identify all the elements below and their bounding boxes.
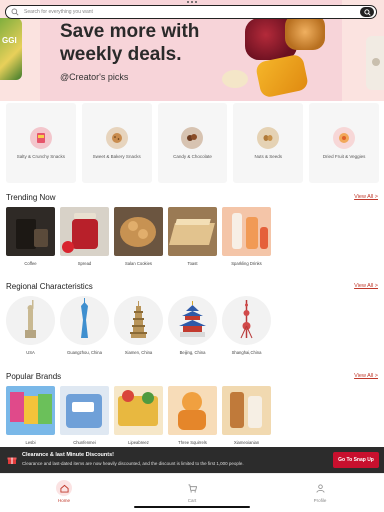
category-card-dried-fruit[interactable]: Dried Fruit & Veggies [309, 103, 379, 183]
product-label: Sparkling Drinks [231, 261, 262, 266]
view-all-trending-link[interactable]: View All > [354, 194, 378, 200]
region-item-guangzhou[interactable]: Guangzhou, China [60, 296, 109, 355]
trending-item-coffee[interactable]: Coffee [6, 207, 55, 266]
view-all-regional-link[interactable]: View All > [354, 283, 378, 289]
chips-icon [29, 127, 52, 149]
brand-label: Lipeabreez [128, 440, 149, 445]
brand-image [168, 386, 217, 435]
promo-description: Clearance and last-dated items are now h… [22, 461, 244, 466]
product-image [6, 207, 55, 256]
product-image [60, 207, 109, 256]
statue-of-liberty-icon [6, 296, 55, 345]
search-button-icon [363, 8, 371, 16]
region-label: Guangzhou, China [67, 350, 102, 355]
region-item-shanghai[interactable]: Shanghai,China [222, 296, 271, 355]
search-button[interactable] [360, 7, 374, 17]
clearance-promo-bar: Clearance & last Minute Discounts! Clear… [0, 447, 384, 473]
brand-label: Three Squirrels [178, 440, 207, 445]
brand-image [60, 386, 109, 435]
snap-up-button[interactable]: Go To Snap Up [333, 452, 379, 468]
product-label: Spread [77, 261, 92, 266]
brand-label: Chunfenmei [73, 440, 96, 445]
category-card-candy-chocolate[interactable]: Candy & Chocolate [157, 103, 228, 183]
category-card-nuts-seeds[interactable]: Nuts & Seeds [233, 103, 304, 183]
region-item-beijing[interactable]: Beijing, China [168, 296, 217, 355]
brand-item-xiameoianian[interactable]: Xiameoianian [222, 386, 271, 445]
category-card-salty-snacks[interactable]: Salty & Crunchy Snacks [6, 103, 76, 183]
chocolate-icon [181, 127, 204, 149]
category-label: Nuts & Seeds [254, 154, 283, 159]
trending-item-spread[interactable]: Spread [60, 207, 109, 266]
banner-prev-slide-tag: GGI [2, 36, 17, 45]
brand-label: Xiameoianian [233, 440, 260, 445]
banner-headline: Save more with weekly deals. [60, 21, 200, 65]
region-label: Xiamen, China [124, 350, 153, 355]
cart-icon [184, 480, 200, 496]
product-image [168, 207, 217, 256]
region-label: Beijing, China [179, 350, 206, 355]
nav-label-home: Home [57, 498, 70, 503]
banner-nuts-image [285, 14, 325, 50]
product-image [222, 207, 271, 256]
section-title-trending: Trending Now [6, 193, 56, 202]
pagoda-icon [114, 296, 163, 345]
brand-image [222, 386, 271, 435]
trending-row: Coffee Spread Salan Cookies Toast Sparkl… [6, 207, 271, 266]
search-input[interactable] [24, 7, 376, 17]
temple-of-heaven-icon [168, 296, 217, 345]
banner-subtitle: @Creator's picks [60, 72, 129, 82]
home-indicator [134, 506, 250, 508]
nav-label-cart: Cart [187, 498, 197, 503]
gift-icon [7, 457, 17, 464]
nav-home[interactable]: Home [34, 480, 94, 503]
brand-image [114, 386, 163, 435]
brand-item-lipeabreez[interactable]: Lipeabreez [114, 386, 163, 445]
trending-item-salan-cookies[interactable]: Salan Cookies [114, 207, 163, 266]
regional-row: USA Guangzhou, China Xiamen, China Beiji… [6, 296, 271, 355]
product-label: Salan Cookies [124, 261, 152, 266]
view-all-brands-link[interactable]: View All > [354, 373, 378, 379]
category-label: Candy & Chocolate [173, 154, 212, 159]
banner-prev-slide-image[interactable]: GGI [0, 18, 22, 80]
category-label: Salty & Crunchy Snacks [16, 154, 66, 159]
cookie-icon [105, 127, 128, 149]
section-title-brands: Popular Brands [6, 372, 62, 381]
home-icon [56, 480, 72, 496]
search-bar[interactable] [5, 5, 377, 19]
brands-row: Lesbi Chunfenmei Lipeabreez Three Squirr… [6, 386, 271, 445]
brand-image [6, 386, 55, 435]
trending-item-toast[interactable]: Toast [168, 207, 217, 266]
category-grid: Salty & Crunchy Snacks Sweet & Bakery Sn… [6, 103, 379, 183]
profile-icon [312, 480, 328, 496]
banner-next-slide-image[interactable] [366, 36, 384, 90]
brand-item-chunfenmei[interactable]: Chunfenmei [60, 386, 109, 445]
status-dots [187, 1, 197, 3]
product-label: Toast [187, 261, 198, 266]
nav-label-profile: Profile [313, 498, 327, 503]
category-label: Dried Fruit & Veggies [322, 154, 366, 159]
category-card-sweet-bakery[interactable]: Sweet & Bakery Snacks [81, 103, 152, 183]
search-icon [11, 8, 19, 16]
region-item-xiamen[interactable]: Xiamen, China [114, 296, 163, 355]
canton-tower-icon [60, 296, 109, 345]
product-label: Coffee [24, 261, 37, 266]
section-title-regional: Regional Characteristics [6, 282, 93, 291]
region-item-usa[interactable]: USA [6, 296, 55, 355]
brand-item-lesbi[interactable]: Lesbi [6, 386, 55, 445]
region-label: USA [26, 350, 35, 355]
promo-title: Clearance & last Minute Discounts! [22, 452, 114, 458]
region-label: Shanghai,China [231, 350, 262, 355]
nuts-icon [257, 127, 280, 149]
brand-label: Lesbi [25, 440, 36, 445]
nav-profile[interactable]: Profile [290, 480, 350, 503]
category-label: Sweet & Bakery Snacks [92, 154, 141, 159]
nav-cart[interactable]: Cart [162, 480, 222, 503]
pearl-tower-icon [222, 296, 271, 345]
brand-item-three-squirrels[interactable]: Three Squirrels [168, 386, 217, 445]
trending-item-sparkling-drinks[interactable]: Sparkling Drinks [222, 207, 271, 266]
dried-fruit-icon [333, 127, 356, 149]
banner-bowl-image [222, 70, 248, 88]
product-image [114, 207, 163, 256]
